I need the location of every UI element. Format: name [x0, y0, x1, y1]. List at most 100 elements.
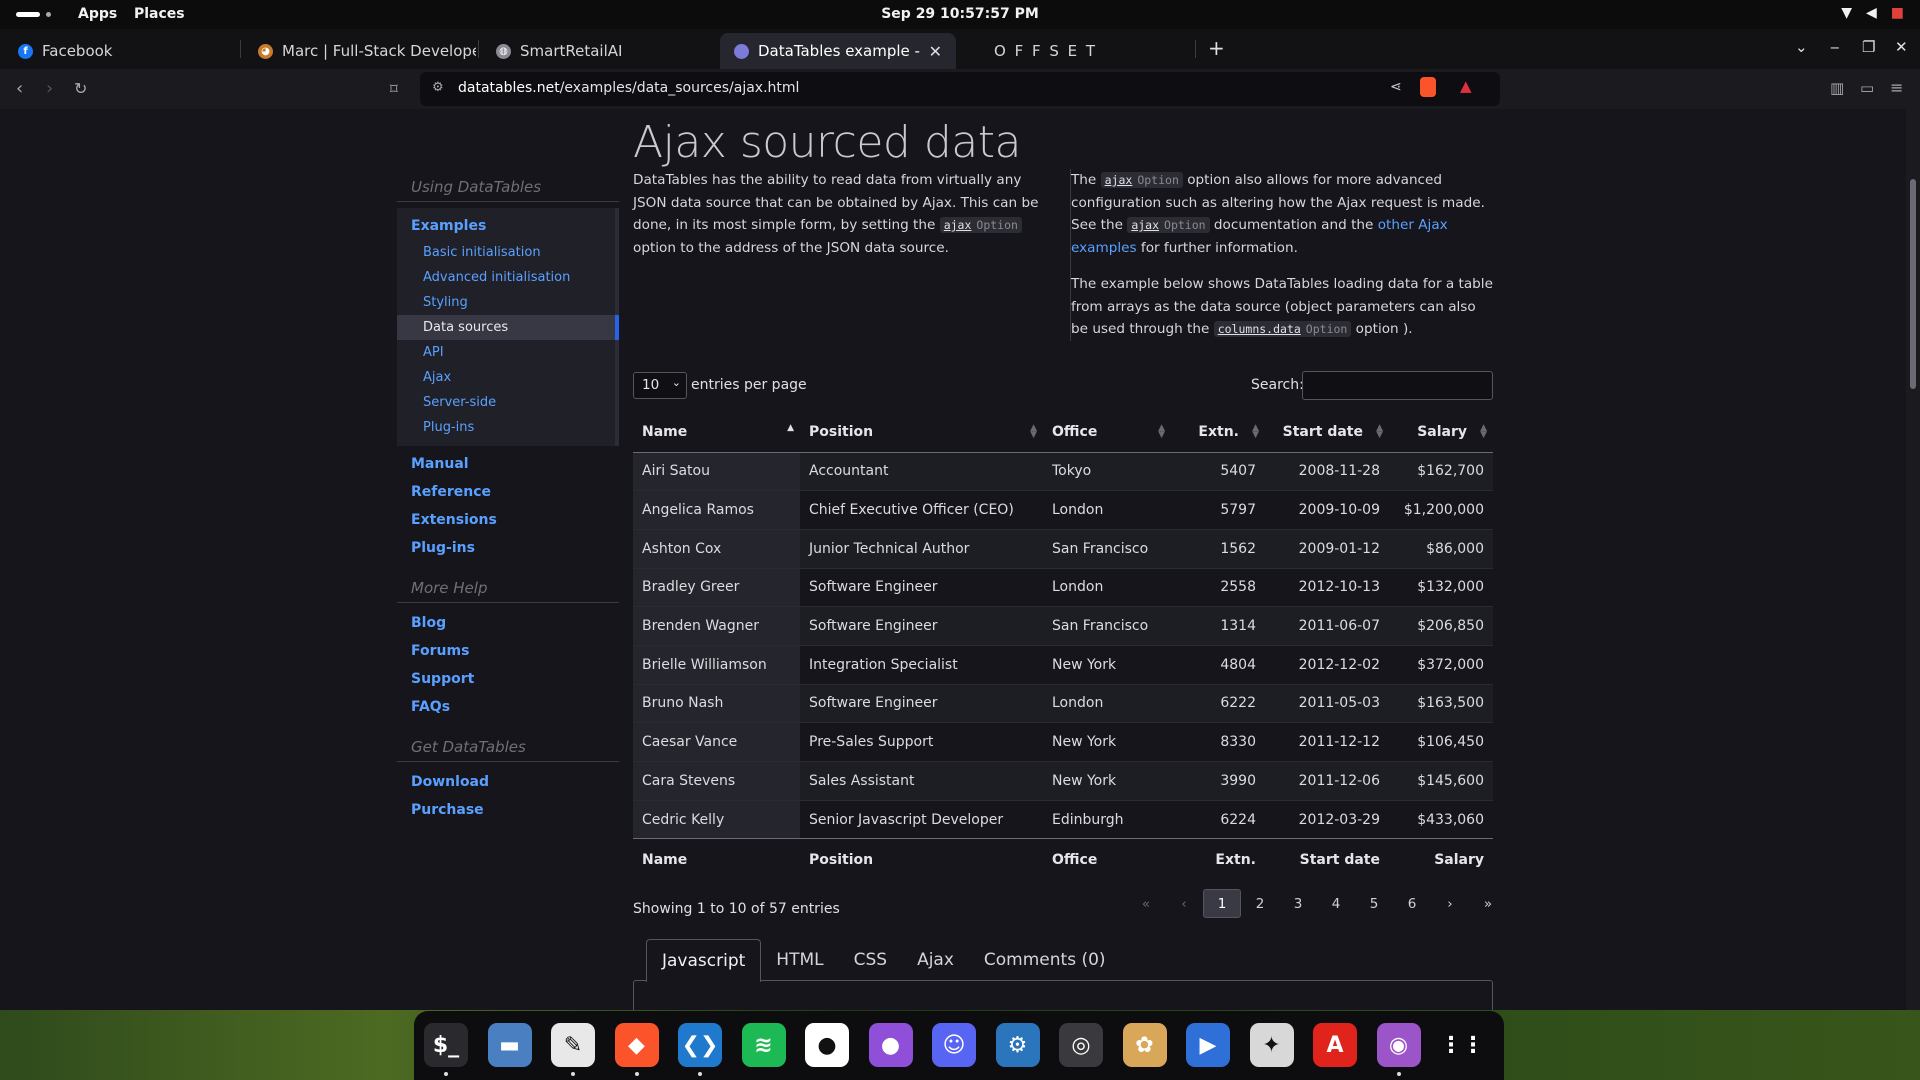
sidebar-item-server-side[interactable]: Server-side [397, 390, 615, 415]
sidebar-item-support[interactable]: Support [397, 665, 619, 693]
search-input[interactable] [1302, 371, 1493, 400]
maximize-icon[interactable]: ❐ [1862, 38, 1875, 56]
minimize-icon[interactable]: ‒ [1830, 38, 1840, 56]
sidebar-item-purchase[interactable]: Purchase [397, 796, 619, 824]
table-row[interactable]: Bruno Nash Software Engineer London 6222 201… [633, 683, 1493, 723]
volume-icon[interactable]: ◀ [1866, 5, 1877, 21]
code-tab-html[interactable]: HTML [761, 939, 838, 982]
sidebar-item-reference[interactable]: Reference [397, 478, 619, 506]
sidebar-item-extensions[interactable]: Extensions [397, 506, 619, 534]
bookmark-icon[interactable]: ⌑ [390, 80, 398, 98]
tool-icon[interactable]: ✦ [1249, 1023, 1294, 1067]
power-icon[interactable]: ■ [1891, 5, 1904, 21]
forward-icon[interactable]: › [46, 78, 53, 99]
table-row[interactable]: Bradley Greer Software Engineer London 2558… [633, 567, 1493, 607]
code-ajax-option[interactable]: ajax Option [1127, 217, 1210, 233]
code-tab-css[interactable]: CSS [839, 939, 902, 982]
back-icon[interactable]: ‹ [16, 78, 23, 99]
terminal-icon[interactable]: $_ [424, 1023, 468, 1067]
code-tab-ajax[interactable]: Ajax [902, 939, 969, 982]
wifi-icon[interactable]: ▼ [1841, 5, 1852, 21]
column-header-name[interactable]: Name ▲ [633, 412, 800, 453]
sidebar-item-styling[interactable]: Styling [397, 290, 615, 315]
discord-icon[interactable]: ☺ [932, 1023, 976, 1067]
sidebar-item-basic-initialisation[interactable]: Basic initialisation [397, 240, 615, 265]
table-row[interactable]: Caesar Vance Pre-Sales Support New York 833… [633, 722, 1493, 762]
tab-smartretailai[interactable]: ◍ SmartRetailAI [482, 35, 714, 67]
vscode-icon[interactable]: ❮❯ [678, 1023, 722, 1067]
sidebar-item-data-sources[interactable]: Data sources [397, 315, 619, 340]
scrollbar-thumb[interactable] [1910, 179, 1916, 389]
audio-icon[interactable]: ◉ [1376, 1023, 1421, 1067]
site-info-icon[interactable]: ⚙ [432, 80, 444, 95]
page-button[interactable]: › [1431, 889, 1469, 918]
menu-icon[interactable]: ≡ [1890, 78, 1903, 97]
url-text[interactable]: datatables.net/examples/data_sources/aja… [458, 80, 799, 96]
github-desktop-icon[interactable]: ● [868, 1023, 913, 1067]
sidebar-item-plug-ins[interactable]: Plug-ins [397, 415, 615, 440]
sidebar-item-examples[interactable]: Examples [397, 212, 615, 240]
sidebar-item-api[interactable]: API [397, 340, 615, 365]
code-ajax-option[interactable]: ajax Option [939, 217, 1022, 233]
brave-rewards-icon[interactable]: ▲ [1460, 77, 1472, 95]
steam-icon[interactable]: ⚙ [995, 1023, 1040, 1067]
github-icon[interactable]: ● [805, 1023, 849, 1067]
tab-list-icon[interactable]: ⌄ [1795, 38, 1808, 56]
clock[interactable]: Sep 29 10:57:57 PM [0, 6, 1920, 22]
brave-icon[interactable]: ◆ [614, 1023, 659, 1067]
page-button[interactable]: ‹ [1165, 889, 1203, 918]
page-button[interactable]: 4 [1317, 889, 1355, 918]
sidebar-item-forums[interactable]: Forums [397, 637, 619, 665]
sidebar-item-plugins[interactable]: Plug-ins [397, 534, 619, 562]
reload-icon[interactable]: ↻ [74, 79, 87, 98]
files-icon[interactable]: ▬ [487, 1023, 532, 1067]
table-row[interactable]: Brielle Williamson Integration Specialist… [633, 644, 1493, 685]
remote-desktop-icon[interactable]: ▶ [1186, 1023, 1230, 1067]
code-columns-data-option[interactable]: columns.data Option [1213, 321, 1352, 337]
table-row[interactable]: Angelica Ramos Chief Executive Officer (C… [633, 490, 1493, 530]
table-row[interactable]: Airi Satou Accountant Tokyo 5407 2008-11-28 $… [633, 451, 1493, 491]
obs-icon[interactable]: ◎ [1059, 1023, 1103, 1067]
tab-offset[interactable]: O F F S E T [980, 35, 1190, 67]
page-button[interactable]: « [1127, 889, 1165, 918]
sidebar-item-blog[interactable]: Blog [397, 609, 619, 637]
sidebar-item-faqs[interactable]: FAQs [397, 693, 619, 721]
table-row[interactable]: Ashton Cox Junior Technical Author San Fra… [633, 528, 1493, 569]
page-button[interactable]: 5 [1355, 889, 1393, 918]
sidebar-item-ajax[interactable]: Ajax [397, 365, 615, 390]
column-header-position[interactable]: Position ▲ ▼ [800, 412, 1043, 453]
spotify-icon[interactable]: ≋ [741, 1023, 786, 1067]
code-tab-javascript[interactable]: Javascript [646, 939, 762, 982]
tab-portfolio[interactable]: ◕ Marc | Full-Stack Developer [244, 35, 476, 67]
page-scrollbar[interactable] [1906, 109, 1920, 1010]
table-row[interactable]: Cedric Kelly Senior Javascript Developer E… [633, 799, 1493, 839]
system-tray[interactable]: ▼ ◀ ■ [1841, 5, 1904, 21]
tab-datatables[interactable]: DataTables example - Aj ✕ [720, 33, 956, 69]
pdf-icon[interactable]: A [1313, 1023, 1357, 1067]
column-header-salary[interactable]: Salary ▲ ▼ [1389, 412, 1493, 453]
code-ajax-option[interactable]: ajax Option [1100, 172, 1183, 188]
page-button[interactable]: 2 [1241, 889, 1279, 918]
app-grid-icon[interactable]: ⋮⋮ [1440, 1023, 1484, 1067]
new-tab-icon[interactable]: + [1208, 36, 1225, 60]
address-bar[interactable]: ⚙ datatables.net/examples/data_sources/a… [420, 72, 1500, 106]
sidebar-item-advanced-initialisation[interactable]: Advanced initialisation [397, 265, 615, 290]
page-button[interactable]: 6 [1393, 889, 1431, 918]
page-button[interactable]: » [1469, 889, 1507, 918]
close-window-icon[interactable]: ✕ [1895, 38, 1908, 56]
tab-facebook[interactable]: f Facebook [4, 35, 236, 67]
close-tab-icon[interactable]: ✕ [929, 42, 942, 61]
share-icon[interactable]: ⋖ [1390, 79, 1402, 95]
brave-shields-icon[interactable] [1420, 77, 1436, 97]
text-editor-icon[interactable]: ✎ [551, 1023, 595, 1067]
column-header-office[interactable]: Office ▲ ▼ [1043, 412, 1171, 453]
column-header-start-date[interactable]: Start date ▲ ▼ [1265, 412, 1389, 453]
table-row[interactable]: Brenden Wagner Software Engineer San Franc… [633, 606, 1493, 646]
table-row[interactable]: Cara Stevens Sales Assistant New York 3990 2… [633, 761, 1493, 801]
sidebar-toggle-icon[interactable]: ▥ [1830, 79, 1844, 97]
page-button[interactable]: 3 [1279, 889, 1317, 918]
code-tab-comments[interactable]: Comments (0) [969, 939, 1121, 982]
sidebar-item-manual[interactable]: Manual [397, 450, 619, 478]
entries-per-page-select[interactable]: 10 ⌄ [633, 372, 687, 399]
page-button[interactable]: 1 [1203, 889, 1241, 918]
